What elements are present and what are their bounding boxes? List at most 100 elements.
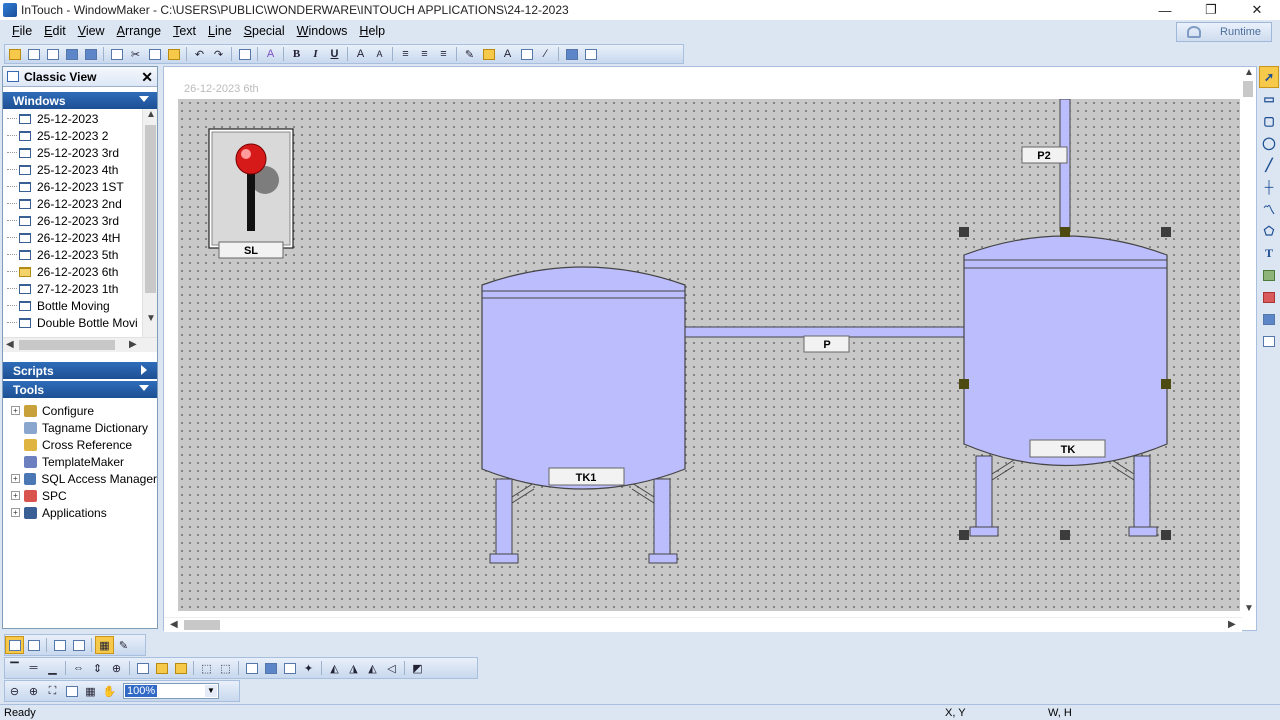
expand-arrow-icon[interactable]: [141, 365, 147, 375]
project-view-icon[interactable]: [24, 636, 43, 654]
tools-tree-item[interactable]: TemplateMaker: [11, 453, 157, 470]
align-top-icon[interactable]: ▔: [5, 659, 24, 677]
bitmap-icon[interactable]: [581, 45, 600, 63]
scroll-left-icon[interactable]: ◀: [170, 619, 178, 630]
space-horizontal-icon[interactable]: ⇔: [69, 659, 88, 677]
expand-icon[interactable]: +: [11, 508, 20, 517]
fill-color-icon[interactable]: [479, 45, 498, 63]
scroll-down-icon[interactable]: ▼: [1244, 603, 1254, 614]
flip-horizontal-icon[interactable]: ◭: [325, 659, 344, 677]
windows-list-vscroll[interactable]: ▲ ▼: [142, 109, 157, 337]
window-list-item[interactable]: 26-12-2023 4tH: [7, 229, 138, 246]
transparent-icon[interactable]: [562, 45, 581, 63]
tools-tree-item[interactable]: + Configure: [11, 402, 157, 419]
reshape-icon[interactable]: [242, 659, 261, 677]
align-middle-icon[interactable]: ═: [24, 659, 43, 677]
minimize-button[interactable]: —: [1142, 0, 1188, 20]
undo-icon[interactable]: ↶: [190, 45, 209, 63]
underline-icon[interactable]: U: [325, 45, 344, 63]
selection-handle[interactable]: [959, 379, 969, 389]
zoom-grid-icon[interactable]: ▦: [81, 682, 100, 700]
scroll-thumb[interactable]: [1243, 81, 1253, 97]
expand-icon[interactable]: +: [11, 474, 20, 483]
runtime-button[interactable]: Runtime: [1176, 22, 1272, 42]
window-list-item[interactable]: 27-12-2023 1th: [7, 280, 138, 297]
canvas-hscroll[interactable]: ◀ ▶: [164, 617, 1242, 632]
close-panel-icon[interactable]: ✕: [141, 69, 153, 86]
align-bottom-icon[interactable]: ▁: [43, 659, 62, 677]
window-list-item[interactable]: 26-12-2023 6th: [7, 263, 138, 280]
copy-icon[interactable]: [145, 45, 164, 63]
line-tool-icon[interactable]: ╱: [1259, 154, 1279, 176]
tools-tree-item[interactable]: + SPC: [11, 487, 157, 504]
windows-section-header[interactable]: Windows: [3, 92, 157, 109]
hv-line-tool-icon[interactable]: ┼: [1259, 176, 1279, 198]
full-screen-icon[interactable]: [50, 636, 69, 654]
window-list-item[interactable]: 25-12-2023 4th: [7, 161, 138, 178]
expand-icon[interactable]: +: [11, 406, 20, 415]
menu-file[interactable]: File: [6, 24, 38, 38]
break-cell-icon[interactable]: ⬚: [216, 659, 235, 677]
align-left-icon[interactable]: ≡: [396, 45, 415, 63]
window-list-item[interactable]: 26-12-2023 2nd: [7, 195, 138, 212]
scroll-right-icon[interactable]: ▶: [1228, 619, 1236, 630]
polyline-tool-icon[interactable]: 〽: [1259, 198, 1279, 220]
expand-icon[interactable]: +: [11, 491, 20, 500]
scroll-thumb[interactable]: [145, 125, 156, 293]
close-button[interactable]: ✕: [1234, 0, 1280, 20]
pan-hand-icon[interactable]: ✋: [100, 682, 119, 700]
selection-handle[interactable]: [959, 530, 969, 540]
button-tool-icon[interactable]: [1259, 330, 1279, 352]
window-list-item[interactable]: 26-12-2023 5th: [7, 246, 138, 263]
menu-edit[interactable]: Edit: [38, 24, 72, 38]
fit-window-icon[interactable]: [69, 636, 88, 654]
select-tool-icon[interactable]: ➚: [1259, 66, 1279, 88]
redo-icon[interactable]: ↷: [209, 45, 228, 63]
zoom-to-fit-icon[interactable]: ⛶: [43, 682, 62, 700]
grid-toggle-icon[interactable]: ▦: [95, 636, 114, 654]
classic-view-toggle-icon[interactable]: [5, 636, 24, 654]
center-icon[interactable]: ⊕: [107, 659, 126, 677]
drawing-canvas[interactable]: SL P P2 TK1 TK: [178, 98, 1242, 611]
smooth-icon[interactable]: [261, 659, 280, 677]
open-window-icon[interactable]: [43, 45, 62, 63]
print-icon[interactable]: [235, 45, 254, 63]
zoom-selection-icon[interactable]: [62, 682, 81, 700]
bring-to-front-icon[interactable]: [152, 659, 171, 677]
selection-handle[interactable]: [1060, 530, 1070, 540]
cut-icon[interactable]: ✂: [126, 45, 145, 63]
scroll-thumb[interactable]: [184, 620, 220, 630]
selection-handle[interactable]: [1161, 530, 1171, 540]
save-icon[interactable]: [62, 45, 81, 63]
rounded-rectangle-tool-icon[interactable]: ▢: [1259, 110, 1279, 132]
menu-line[interactable]: Line: [202, 24, 238, 38]
group-icon[interactable]: [171, 659, 190, 677]
ellipse-tool-icon[interactable]: ◯: [1259, 132, 1279, 154]
selection-handle[interactable]: [1060, 227, 1070, 237]
collapse-arrow-icon[interactable]: [139, 96, 149, 102]
collapse-arrow-icon[interactable]: [139, 385, 149, 391]
save-all-icon[interactable]: [81, 45, 100, 63]
window-color-icon[interactable]: [517, 45, 536, 63]
font-icon[interactable]: A: [261, 45, 280, 63]
restore-button[interactable]: ❐: [1188, 0, 1234, 20]
scroll-up-icon[interactable]: ▲: [1244, 67, 1254, 78]
polygon-tool-icon[interactable]: ⬠: [1259, 220, 1279, 242]
scripts-section-header[interactable]: Scripts: [3, 362, 157, 379]
tools-tree-item[interactable]: + SQL Access Manager: [11, 470, 157, 487]
rectangle-tool-icon[interactable]: ▭: [1259, 88, 1279, 110]
italic-icon[interactable]: I: [306, 45, 325, 63]
text-tool-icon[interactable]: T: [1259, 242, 1279, 264]
make-cell-icon[interactable]: ⬚: [197, 659, 216, 677]
chevron-down-icon[interactable]: ▼: [205, 685, 217, 697]
tools-tree-item[interactable]: Tagname Dictionary: [11, 419, 157, 436]
align-right-icon[interactable]: ≡: [434, 45, 453, 63]
tools-tree-item[interactable]: Cross Reference: [11, 436, 157, 453]
zoom-combo[interactable]: 100% ▼: [123, 683, 219, 699]
menu-help[interactable]: Help: [353, 24, 391, 38]
copy-window-icon[interactable]: [107, 45, 126, 63]
window-list-item[interactable]: Double Bottle Movi: [7, 314, 138, 331]
pipe-p2[interactable]: P2: [1021, 98, 1071, 232]
selection-handle[interactable]: [1161, 379, 1171, 389]
menu-special[interactable]: Special: [238, 24, 291, 38]
